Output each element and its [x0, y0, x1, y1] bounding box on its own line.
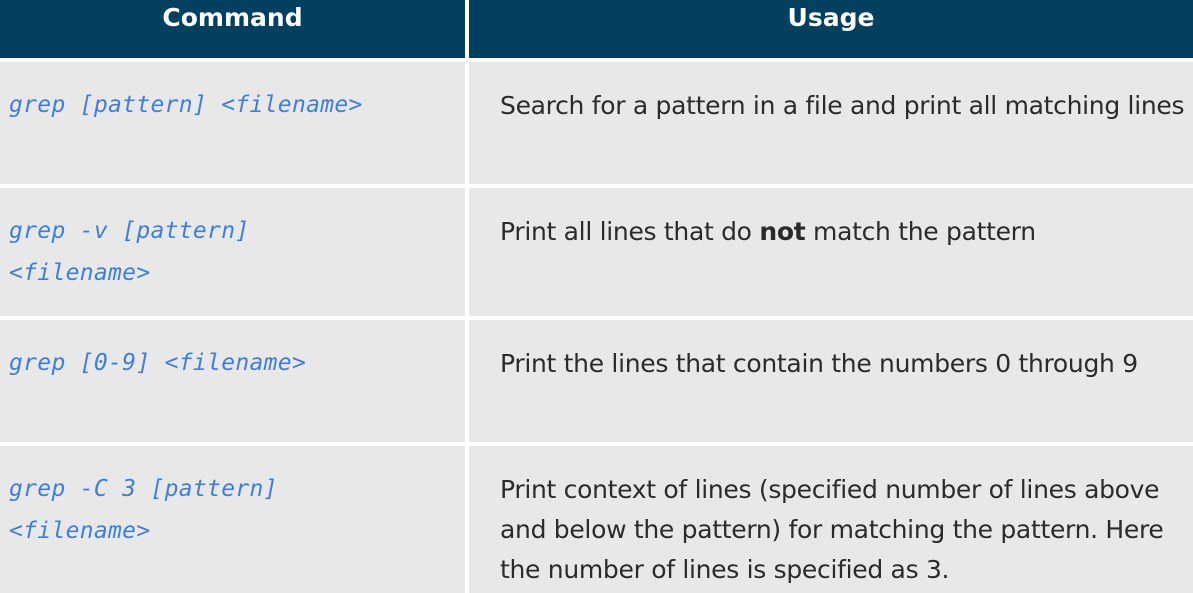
table-row: grep [0-9] <filename> Print the lines th… [0, 320, 1193, 442]
usage-text: Print the lines that contain the numbers… [469, 320, 1193, 384]
command-text: grep -C 3 [pattern] <filename> [0, 446, 465, 552]
command-line-1: grep [pattern] <filename> [9, 92, 363, 118]
column-header-usage: Usage [469, 0, 1193, 58]
table-row: grep [pattern] <filename> Search for a p… [0, 62, 1193, 184]
command-line-1: grep [0-9] <filename> [9, 350, 307, 376]
usage-cell: Search for a pattern in a file and print… [469, 62, 1193, 184]
command-text: grep -v [pattern] <filename> [0, 188, 465, 294]
usage-cell: Print the lines that contain the numbers… [469, 320, 1193, 442]
usage-cell: Print all lines that do not match the pa… [469, 188, 1193, 316]
usage-text: Search for a pattern in a file and print… [469, 62, 1193, 126]
usage-text-part: Search for a pattern in a file and print… [500, 91, 1185, 120]
table-row: grep -C 3 [pattern] <filename> Print cont… [0, 446, 1193, 593]
usage-text-part: match the pattern [805, 217, 1036, 246]
usage-text-part: Print the lines that contain the numbers… [500, 349, 1138, 378]
command-text: grep [0-9] <filename> [0, 320, 465, 384]
command-cell: grep -C 3 [pattern] <filename> [0, 446, 465, 593]
command-cell: grep [pattern] <filename> [0, 62, 465, 184]
command-line-2: <filename> [9, 518, 151, 544]
command-cell: grep [0-9] <filename> [0, 320, 465, 442]
usage-text-part: Print context of lines (specified number… [500, 475, 1164, 584]
command-line-1: grep -C 3 [pattern] [9, 476, 278, 502]
command-line-2: <filename> [9, 260, 151, 286]
usage-text-part: Print all lines that do [500, 217, 760, 246]
usage-cell: Print context of lines (specified number… [469, 446, 1193, 593]
grep-command-table: Command Usage grep [pattern] <filename> … [0, 0, 1193, 593]
command-cell: grep -v [pattern] <filename> [0, 188, 465, 316]
usage-text: Print context of lines (specified number… [469, 446, 1193, 590]
command-line-1: grep -v [pattern] [9, 218, 250, 244]
command-text: grep [pattern] <filename> [0, 62, 465, 126]
usage-bold-word: not [759, 217, 806, 246]
column-header-command: Command [0, 0, 465, 58]
table-header-row: Command Usage [0, 0, 1193, 58]
usage-text: Print all lines that do not match the pa… [469, 188, 1193, 252]
table-row: grep -v [pattern] <filename> Print all li… [0, 188, 1193, 316]
